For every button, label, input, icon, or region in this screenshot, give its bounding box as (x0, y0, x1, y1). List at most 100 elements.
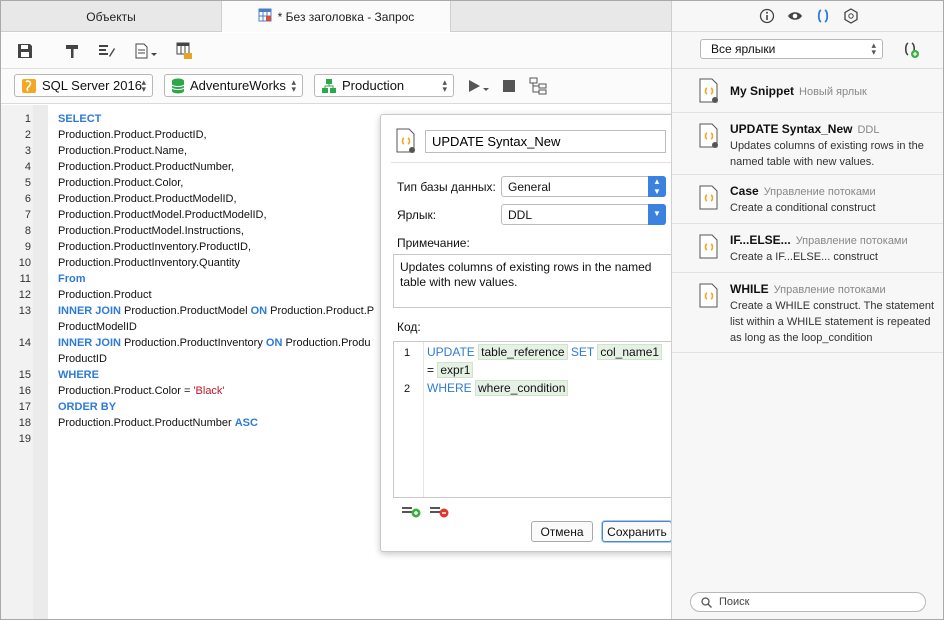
code-line: Production.Product (58, 289, 152, 301)
code-line: Production.ProductModel.ProductModelID, (58, 209, 267, 221)
chevron-updown-icon: ▴ ▾ (442, 77, 447, 94)
explain-button[interactable] (529, 77, 549, 98)
format-button[interactable] (97, 41, 117, 61)
add-placeholder-button[interactable] (401, 504, 421, 521)
snippet-icon (698, 283, 720, 312)
remove-placeholder-button[interactable] (429, 504, 449, 521)
snippet-item[interactable]: IF...ELSE... Управление потоками Create a … (672, 224, 943, 273)
add-placeholder-icon (402, 507, 421, 518)
placeholder-token[interactable]: where_condition (475, 380, 569, 396)
code-line: Production.Product.ProductNumber, (58, 161, 235, 173)
stop-icon (503, 80, 515, 92)
snippet-code-editor[interactable]: 1 2 UPDATE table_reference SET col_name1… (393, 341, 673, 498)
code-line: Production.Product.Name, (58, 145, 188, 157)
schema-select[interactable]: Production ▴ ▾ (314, 74, 454, 97)
snippet-icon (698, 78, 720, 107)
chevron-updown-icon: ▴ ▾ (871, 40, 876, 57)
snippet-title: IF...ELSE... Управление потоками (730, 233, 908, 247)
placeholder-token[interactable]: expr1 (437, 362, 474, 378)
snippets-icon[interactable] (815, 8, 831, 24)
snippets-panel: Все ярлыки ▴ ▾ My Snippet Новый ярлык UPDAT… (671, 1, 943, 619)
line-number: 18 (18, 417, 31, 429)
stop-button[interactable] (503, 80, 515, 95)
document-icon (135, 43, 157, 58)
code-line: From (58, 273, 86, 285)
snippet-icon (698, 234, 720, 263)
line-number: 8 (24, 225, 31, 237)
snippet-icon (698, 185, 720, 214)
snippet-search-input[interactable]: Поиск (690, 592, 926, 612)
line-number: 12 (18, 289, 31, 301)
line-number: 7 (24, 209, 31, 221)
snippet-label: DDL (857, 124, 880, 136)
save-icon (18, 43, 32, 58)
run-button[interactable] (468, 79, 490, 96)
build-button[interactable] (62, 41, 82, 61)
schema-icon (321, 78, 337, 94)
code-line-1: UPDATE table_reference SET col_name1 (427, 344, 663, 360)
label-select[interactable]: DDL ▼ (501, 204, 666, 225)
code-label: Код: (397, 320, 421, 334)
snippet-item[interactable]: My Snippet Новый ярлык (672, 69, 943, 113)
line-number: 17 (18, 401, 31, 413)
preview-eye-icon[interactable] (787, 8, 803, 24)
line-number: 4 (24, 161, 31, 173)
snippet-item[interactable]: Case Управление потоками Create a conditio… (672, 175, 943, 224)
hammer-icon (66, 44, 78, 58)
placeholder-token[interactable]: table_reference (478, 344, 568, 360)
save-button[interactable] (15, 41, 35, 61)
line-number: 16 (18, 385, 31, 397)
code-line: Production.Product.Color = 'Black' (58, 385, 225, 397)
snippet-icon (698, 123, 720, 152)
connection-bar: SQL Server 2016 ▴ ▾ AdventureWorks ▴ ▾ Pro… (1, 69, 671, 104)
tab-query[interactable]: * Без заголовка - Запрос (222, 1, 451, 32)
cancel-button[interactable]: Отмена (531, 521, 593, 542)
line-number: 19 (18, 433, 31, 445)
code-line: Production.Product.ProductNumber ASC (58, 417, 258, 429)
snippet-description: Create a IF...ELSE... construct (730, 251, 878, 263)
database-select[interactable]: AdventureWorks ▴ ▾ (164, 74, 303, 97)
snippet-title: UPDATE Syntax_New DDL (730, 122, 880, 136)
table-export-icon (176, 42, 192, 59)
snippet-item[interactable]: WHILE Управление потоками Create a WHILE c… (672, 273, 943, 353)
server-select[interactable]: SQL Server 2016 ▴ ▾ (14, 74, 153, 97)
snippet-label: Управление потоками (795, 235, 908, 247)
document-menu-button[interactable] (132, 41, 160, 61)
snippet-title: My Snippet Новый ярлык (730, 84, 867, 98)
tab-bar: Объекты * Без заголовка - Запрос (1, 1, 671, 32)
snippet-label: Управление потоками (763, 186, 876, 198)
search-icon (701, 597, 712, 611)
info-icon[interactable] (759, 8, 775, 24)
snippet-description: Create a WHILE construct. The statement … (730, 300, 934, 344)
placeholder-token[interactable]: col_name1 (597, 344, 663, 360)
snippet-doc-icon (395, 128, 417, 157)
export-table-button[interactable] (175, 41, 195, 61)
code-line: Production.ProductInventory.Quantity (58, 257, 241, 269)
play-icon (469, 80, 489, 92)
note-label: Примечание: (397, 236, 470, 250)
line-number: 5 (24, 177, 31, 189)
snippet-name-input[interactable] (425, 130, 666, 153)
snippet-label: Новый ярлык (799, 86, 867, 98)
label-filter-select[interactable]: Все ярлыки ▴ ▾ (700, 39, 883, 59)
line-number: 15 (18, 369, 31, 381)
sql-server-icon (21, 78, 37, 94)
code-line: ORDER BY (58, 401, 117, 413)
save-snippet-button[interactable]: Сохранить (602, 521, 672, 542)
note-textarea[interactable]: Updates columns of existing rows in the … (393, 254, 673, 308)
code-line: ProductModelID (58, 321, 137, 333)
code-line-2: WHERE where_condition (427, 380, 569, 396)
chevron-updown-icon: ▴ ▾ (141, 77, 146, 94)
line-number: 10 (18, 257, 31, 269)
db-type-select[interactable]: General ▲ ▼ (501, 176, 666, 197)
chevron-updown-icon: ▲ ▼ (648, 176, 666, 197)
snippet-edit-popover: Тип базы данных: General ▲▼ Ярлык: DDL ▼… (380, 114, 694, 552)
tab-objects[interactable]: Объекты (1, 1, 222, 32)
line-number: 13 (18, 305, 31, 317)
chevron-updown-icon: ▴ ▾ (291, 77, 296, 94)
new-snippet-button[interactable] (902, 41, 920, 62)
snippet-item[interactable]: UPDATE Syntax_New DDL Updates columns of e… (672, 113, 943, 175)
code-line: Production.Product.Color, (58, 177, 184, 189)
model-icon[interactable] (843, 8, 859, 24)
new-snippet-icon (904, 42, 919, 58)
